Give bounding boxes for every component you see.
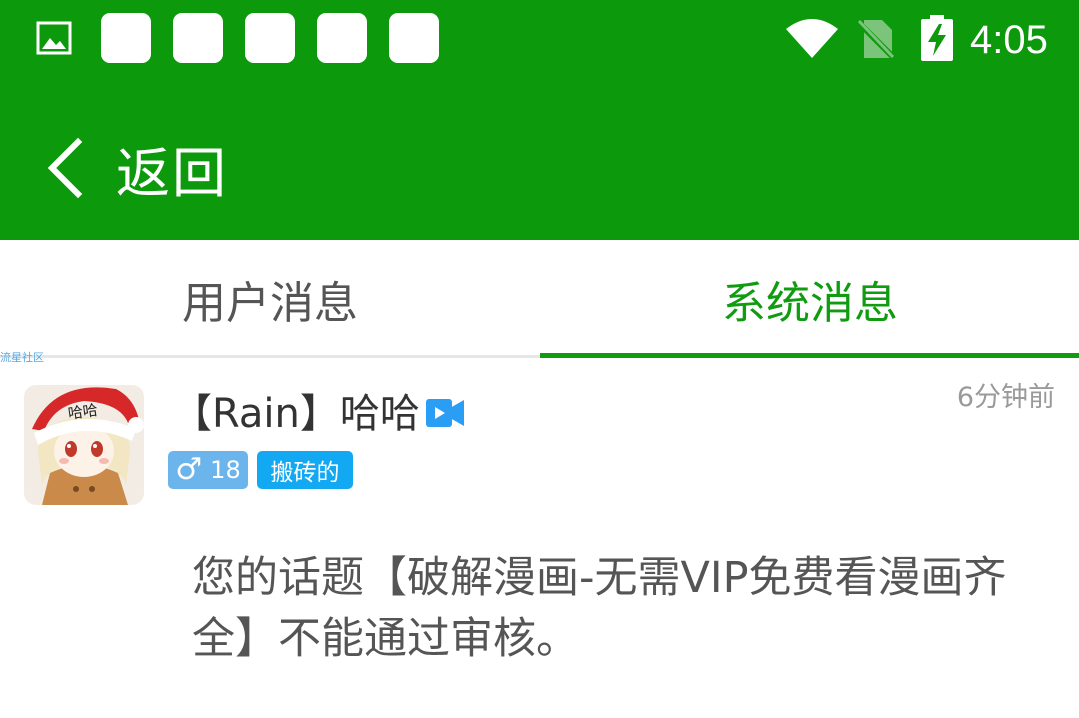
role-badge: 搬砖的 <box>257 451 353 489</box>
gender-age-badge: ♂ 18 <box>168 451 248 489</box>
watermark: 流星社区 <box>0 351 44 364</box>
photo-icon <box>36 21 72 55</box>
battery-charging-icon <box>921 15 953 61</box>
status-bar: 4:05 <box>0 0 1079 80</box>
video-badge-icon <box>426 399 464 427</box>
age-label: 18 <box>210 456 241 484</box>
avatar-image: 哈哈 <box>24 385 144 505</box>
male-icon: ♂ <box>175 452 203 487</box>
notification-icon <box>317 13 367 63</box>
notification-icon <box>173 13 223 63</box>
tab-system-messages[interactable]: 系统消息 <box>540 240 1079 358</box>
status-time: 4:05 <box>970 18 1048 62</box>
chevron-left-icon <box>47 137 83 199</box>
message-time: 6分钟前 <box>956 382 1055 413</box>
username[interactable]: 【Rain】哈哈 <box>172 388 420 440</box>
tab-bar: 用户消息 系统消息 <box>0 240 1079 358</box>
notification-icon <box>245 13 295 63</box>
wifi-icon <box>786 19 838 58</box>
no-sim-icon <box>856 19 896 60</box>
notification-icon <box>389 13 439 63</box>
tab-active-indicator <box>540 353 1079 358</box>
notification-icon <box>101 13 151 63</box>
message-text: 您的话题【破解漫画-无需VIP免费看漫画齐全】不能通过审核。 <box>192 553 1007 664</box>
tab-user-messages[interactable]: 用户消息 <box>0 240 540 358</box>
tab-divider <box>0 355 540 358</box>
back-label: 返回 <box>116 141 228 205</box>
back-button[interactable]: 返回 <box>30 120 240 216</box>
toolbar: 返回 <box>0 80 1079 240</box>
avatar[interactable]: 哈哈 <box>24 385 144 505</box>
